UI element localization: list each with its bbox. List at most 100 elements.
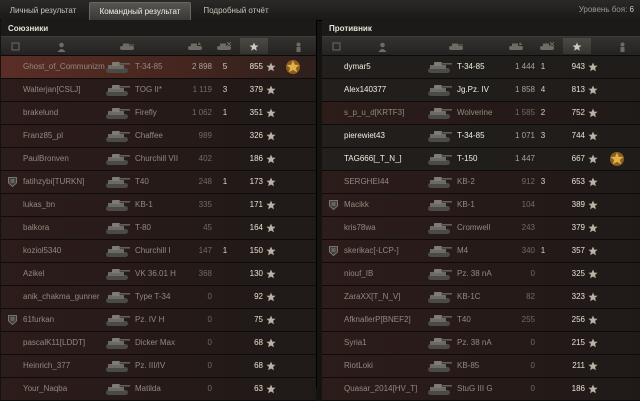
frags-value <box>536 332 550 354</box>
squad-sort-icon[interactable] <box>1 38 29 54</box>
tank-name: T40 <box>135 177 149 186</box>
frags-sort-icon[interactable] <box>210 38 238 54</box>
player-row[interactable]: niouf_IB Pz. 38 nA 0 325 <box>322 263 640 286</box>
tab-detailed-report[interactable]: Подробный отчёт <box>196 2 276 19</box>
frags-value <box>536 194 550 216</box>
tank-name: Chaffee <box>135 131 163 140</box>
damage-value: 147 <box>198 246 212 255</box>
player-row[interactable]: balkora T-80 45 164 <box>1 217 316 240</box>
player-row[interactable]: PaulBronven Churchill VII 402 186 <box>1 148 316 171</box>
xp-value: 667 <box>571 154 585 163</box>
xp-value: 186 <box>571 384 585 393</box>
xp-sort-icon[interactable] <box>240 38 268 54</box>
player-row[interactable]: SERGHEI44 KB-2 912 3 653 <box>322 171 640 194</box>
player-row[interactable]: TAG666[_T_N_] T-150 1 447 667 <box>322 148 640 171</box>
player-row[interactable]: Alex140377 Jg.Pz. IV 1 858 4 813 <box>322 79 640 102</box>
player-row[interactable]: Ghost_of_Communizm T-34-85 2 898 5 855 <box>1 56 316 79</box>
frags-value <box>536 378 550 400</box>
tank-sort-icon[interactable] <box>113 38 141 54</box>
frags-value <box>536 263 550 285</box>
xp-value: 752 <box>571 108 585 117</box>
squad-sort-icon[interactable] <box>322 38 350 54</box>
player-row[interactable]: AfknallerP[BNEF2] T40 255 256 <box>322 309 640 332</box>
frags-sort-icon[interactable] <box>533 38 561 54</box>
medals-sort-icon[interactable] <box>608 38 636 54</box>
xp-value: 744 <box>571 131 585 140</box>
player-row[interactable]: lukas_bn KB-1 335 171 <box>1 194 316 217</box>
damage-value: 0 <box>530 384 535 393</box>
xp-value: 186 <box>249 154 263 163</box>
allies-panel: Союзники Ghost_of_Communizm T-34-85 2 898 5… <box>1 20 317 401</box>
player-row[interactable]: pascalK11[LDDT] Dicker Max 0 68 <box>1 332 316 355</box>
star-icon <box>266 200 276 210</box>
medal-icon[interactable] <box>284 58 302 76</box>
frags-value <box>218 355 232 377</box>
battle-level-value: 6 <box>629 5 634 14</box>
player-row[interactable]: Your_Naqba Matilda 0 63 <box>1 378 316 401</box>
tab-team-result[interactable]: Командный результат <box>89 2 191 20</box>
star-icon <box>266 108 276 118</box>
xp-value: 75 <box>254 315 263 324</box>
frags-value: 3 <box>222 85 228 94</box>
player-row[interactable]: brakelund Firefly 1 062 1 351 <box>1 102 316 125</box>
player-row[interactable]: RiotLoki KB-85 0 211 <box>322 355 640 378</box>
xp-value: 813 <box>571 85 585 94</box>
enemies-column-header <box>322 36 640 56</box>
player-row[interactable]: 61furkan Pz. IV H 0 75 <box>1 309 316 332</box>
tank-icon <box>105 174 131 190</box>
player-row[interactable]: Quasar_2014[HV_T] StuG III G 0 186 <box>322 378 640 401</box>
player-sort-icon[interactable] <box>47 38 75 54</box>
enemies-list: dymar5 T-34-85 1 444 1 943 Alex140377 Jg.Pz. I… <box>322 56 640 401</box>
xp-value: 150 <box>249 246 263 255</box>
player-row[interactable]: fatihzybi[TURKN] T40 248 1 173 <box>1 171 316 194</box>
tank-name: T-80 <box>135 223 152 232</box>
tank-name: Jg.Pz. IV <box>457 85 490 94</box>
player-row[interactable]: Syria1 Pz. 38 nA 0 215 <box>322 332 640 355</box>
tank-name: KB-1C <box>457 292 481 301</box>
damage-sort-icon[interactable] <box>502 38 530 54</box>
tank-icon <box>105 335 131 351</box>
frags-value <box>536 309 550 331</box>
damage-sort-icon[interactable] <box>181 38 209 54</box>
medals-sort-icon[interactable] <box>284 38 312 54</box>
xp-value: 68 <box>254 361 263 370</box>
player-row[interactable]: koziol5340 Churchill I 147 1 150 <box>1 240 316 263</box>
allies-column-header <box>1 36 316 56</box>
player-row[interactable]: Macikk KB-1 104 389 <box>322 194 640 217</box>
player-row[interactable]: Heinrich_377 Pz. III/IV 0 68 <box>1 355 316 378</box>
player-row[interactable]: pierewiet43 T-34-85 1 071 3 744 <box>322 125 640 148</box>
battle-level: Уровень боя: 6 <box>579 0 634 20</box>
player-row[interactable]: skerikac[-LCP-] M4 340 1 357 <box>322 240 640 263</box>
player-row[interactable]: s_p_u_d[KRTF3] Wolverine 1 585 2 752 <box>322 102 640 125</box>
player-sort-icon[interactable] <box>368 38 396 54</box>
player-row[interactable]: Azikel VK 36.01 H 368 130 <box>1 263 316 286</box>
player-row[interactable]: anik_chakma_gunner Type T-34 0 92 <box>1 286 316 309</box>
damage-value: 1 858 <box>514 85 535 94</box>
medal-icon[interactable] <box>608 150 626 168</box>
tank-name: Pz. III/IV <box>135 361 166 370</box>
tank-icon <box>427 243 453 259</box>
tank-name: KB-1 <box>457 200 475 209</box>
player-row[interactable]: Franz85_pl Chaffee 989 326 <box>1 125 316 148</box>
frags-value <box>218 194 232 216</box>
xp-value: 351 <box>249 108 263 117</box>
damage-value: 0 <box>530 338 535 347</box>
xp-sort-icon[interactable] <box>563 38 591 54</box>
tank-icon <box>427 381 453 397</box>
player-row[interactable]: kris78wa Cromwell 243 379 <box>322 217 640 240</box>
tank-icon <box>105 197 131 213</box>
star-icon <box>588 361 598 371</box>
player-row[interactable]: dymar5 T-34-85 1 444 1 943 <box>322 56 640 79</box>
frags-value <box>218 286 232 308</box>
star-icon <box>266 62 276 72</box>
player-row[interactable]: ZaraXX[T_N_V] KB-1C 82 323 <box>322 286 640 309</box>
star-icon <box>266 361 276 371</box>
xp-value: 68 <box>254 338 263 347</box>
damage-value: 45 <box>203 223 212 232</box>
tank-icon <box>105 151 131 167</box>
tank-sort-icon[interactable] <box>442 38 470 54</box>
xp-value: 63 <box>254 384 263 393</box>
tab-personal-result[interactable]: Личный результат <box>4 2 82 19</box>
frags-value <box>218 263 232 285</box>
player-row[interactable]: Walterjan[CSLJ] TOG II* 1 119 3 379 <box>1 79 316 102</box>
